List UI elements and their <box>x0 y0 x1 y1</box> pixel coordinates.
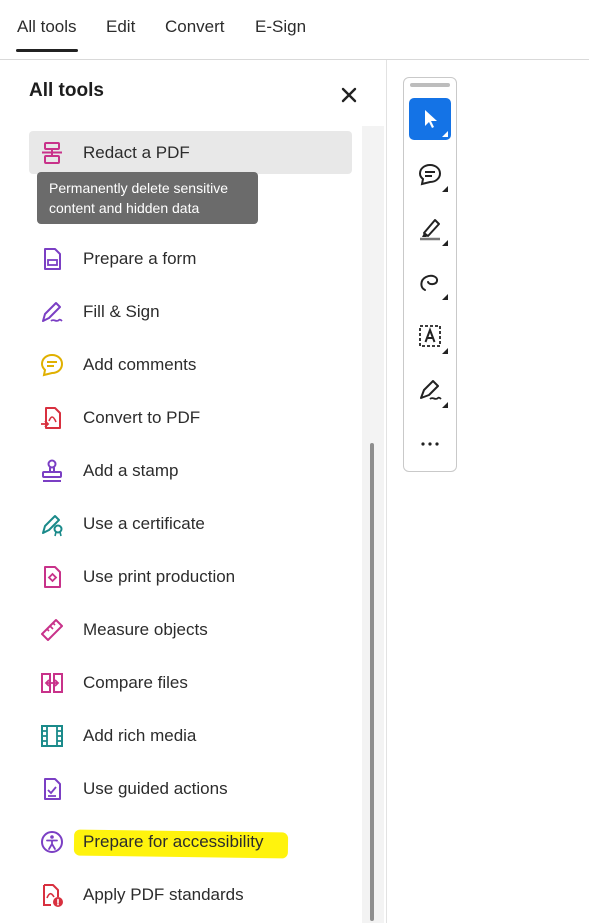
tool-label: Fill & Sign <box>83 302 160 321</box>
fill-sign-icon <box>42 302 63 322</box>
tab-all-tools[interactable]: All tools <box>16 17 78 52</box>
tool-add-comments[interactable]: Add comments <box>29 343 352 386</box>
tool-convert-pdf[interactable]: Convert to PDF <box>29 396 352 439</box>
tab-convert[interactable]: Convert <box>165 17 225 37</box>
tool-label: Add a stamp <box>83 461 179 480</box>
tool-apply-pdf-standards[interactable]: Apply PDF standards <box>29 873 352 916</box>
form-icon <box>44 248 61 270</box>
film-icon <box>41 725 63 747</box>
tool-label: Apply PDF standards <box>83 885 244 904</box>
tool-compare-files[interactable]: Compare files <box>29 661 352 704</box>
all-tools-panel: All tools Redact a PDF Permanently delet… <box>0 60 387 923</box>
compare-icon <box>41 673 63 693</box>
submenu-corner-icon <box>442 240 448 246</box>
tool-label: Measure objects <box>83 620 208 639</box>
tooltip-text: Permanently delete sensitive content and… <box>49 180 228 216</box>
tool-label: Add comments <box>83 355 197 374</box>
tool-label: Use print production <box>83 567 236 586</box>
tool-add-stamp[interactable]: Add a stamp <box>29 449 352 492</box>
submenu-corner-icon <box>442 348 448 354</box>
comment-tool-button[interactable] <box>409 153 451 195</box>
accessibility-icon <box>41 831 63 853</box>
cursor-icon <box>425 110 437 128</box>
quick-tools-rail <box>403 77 457 472</box>
tool-use-certificate[interactable]: Use a certificate <box>29 502 352 545</box>
freehand-draw-icon <box>420 274 439 291</box>
text-select-tool-button[interactable] <box>409 315 451 357</box>
draw-tool-button[interactable] <box>409 261 451 303</box>
stamp-icon <box>42 459 62 482</box>
guided-actions-icon <box>44 778 61 800</box>
print-production-icon <box>44 566 61 588</box>
redact-icon <box>42 142 62 164</box>
submenu-corner-icon <box>442 402 448 408</box>
top-tab-bar: All tools Edit Convert E-Sign <box>0 0 589 60</box>
tool-add-rich-media[interactable]: Add rich media <box>29 714 352 757</box>
tool-redact-pdf[interactable]: Redact a PDF <box>29 131 352 174</box>
tool-prepare-accessibility[interactable]: Prepare for accessibility <box>29 820 352 863</box>
ruler-icon <box>41 619 63 641</box>
comment-bubble-icon <box>418 163 442 186</box>
tool-label: Use a certificate <box>83 514 205 533</box>
tab-e-sign[interactable]: E-Sign <box>255 17 306 37</box>
tool-label: Use guided actions <box>83 779 228 798</box>
tool-label: Compare files <box>83 673 188 692</box>
tool-guided-actions[interactable]: Use guided actions <box>29 767 352 810</box>
certificate-icon <box>42 515 63 537</box>
close-icon[interactable] <box>338 84 360 106</box>
text-box-icon <box>419 325 441 347</box>
tool-measure-objects[interactable]: Measure objects <box>29 608 352 651</box>
select-tool-button[interactable] <box>409 98 451 140</box>
tab-edit[interactable]: Edit <box>106 17 135 37</box>
scrollbar-thumb[interactable] <box>370 443 374 921</box>
tool-label: Redact a PDF <box>83 143 190 162</box>
tool-fill-sign[interactable]: Fill & Sign <box>29 290 352 333</box>
tool-label: Prepare for accessibility <box>83 832 264 851</box>
tool-label: Add rich media <box>83 726 197 745</box>
convert-pdf-icon <box>41 407 61 429</box>
highlight-tool-button[interactable] <box>409 207 451 249</box>
submenu-corner-icon <box>442 131 448 137</box>
sign-tool-button[interactable] <box>409 369 451 411</box>
sign-pen-icon <box>420 380 442 400</box>
more-tools-button[interactable] <box>409 423 451 465</box>
tool-label: Convert to PDF <box>83 408 201 427</box>
tool-print-production[interactable]: Use print production <box>29 555 352 598</box>
submenu-corner-icon <box>442 186 448 192</box>
submenu-corner-icon <box>442 294 448 300</box>
tooltip: Permanently delete sensitive content and… <box>37 172 258 224</box>
rail-drag-handle[interactable] <box>410 83 450 87</box>
more-icon <box>421 442 439 446</box>
tool-label: Prepare a form <box>83 249 197 268</box>
pdf-standards-icon <box>43 884 63 907</box>
highlighter-icon <box>420 219 440 241</box>
comment-icon <box>40 353 64 377</box>
tool-prepare-form[interactable]: Prepare a form <box>29 237 352 280</box>
panel-title: All tools <box>29 80 104 101</box>
